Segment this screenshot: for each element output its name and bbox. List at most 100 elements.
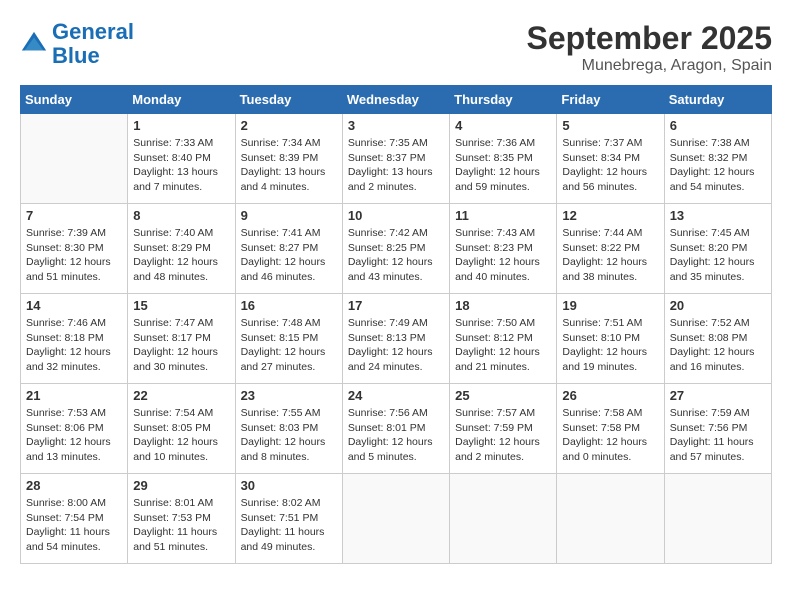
header-monday: Monday: [128, 86, 235, 114]
day-info: Sunrise: 7:34 AM Sunset: 8:39 PM Dayligh…: [241, 136, 337, 195]
table-row: 2 Sunrise: 7:34 AM Sunset: 8:39 PM Daylig…: [235, 114, 342, 204]
table-row: 23Sunrise: 7:55 AM Sunset: 8:03 PM Dayli…: [235, 384, 342, 474]
table-row: 5Sunrise: 7:37 AM Sunset: 8:34 PM Daylig…: [557, 114, 664, 204]
logo-text: General Blue: [52, 20, 134, 68]
day-info: Sunrise: 7:54 AM Sunset: 8:05 PM Dayligh…: [133, 406, 229, 465]
table-row: 21Sunrise: 7:53 AM Sunset: 8:06 PM Dayli…: [21, 384, 128, 474]
header-friday: Friday: [557, 86, 664, 114]
day-number: 6: [670, 118, 766, 133]
day-number: 10: [348, 208, 444, 223]
day-number: 26: [562, 388, 658, 403]
day-number: 3: [348, 118, 444, 133]
day-info: Sunrise: 7:41 AM Sunset: 8:27 PM Dayligh…: [241, 226, 337, 285]
day-number: 17: [348, 298, 444, 313]
table-row: [342, 474, 449, 564]
day-info: Sunrise: 7:45 AM Sunset: 8:20 PM Dayligh…: [670, 226, 766, 285]
table-row: 6 Sunrise: 7:38 AM Sunset: 8:32 PM Daylig…: [664, 114, 771, 204]
day-info: Sunrise: 7:56 AM Sunset: 8:01 PM Dayligh…: [348, 406, 444, 465]
day-number: 19: [562, 298, 658, 313]
table-row: 30Sunrise: 8:02 AM Sunset: 7:51 PM Dayli…: [235, 474, 342, 564]
day-number: 1: [133, 118, 229, 133]
day-number: 11: [455, 208, 551, 223]
day-number: 2: [241, 118, 337, 133]
day-info: Sunrise: 7:39 AM Sunset: 8:30 PM Dayligh…: [26, 226, 122, 285]
calendar-week-row: 28Sunrise: 8:00 AM Sunset: 7:54 PM Dayli…: [21, 474, 772, 564]
day-number: 4: [455, 118, 551, 133]
table-row: 4 Sunrise: 7:36 AM Sunset: 8:35 PM Daylig…: [450, 114, 557, 204]
header-sunday: Sunday: [21, 86, 128, 114]
day-info: Sunrise: 7:33 AM Sunset: 8:40 PM Dayligh…: [133, 136, 229, 195]
table-row: 11 Sunrise: 7:43 AM Sunset: 8:23 PM Dayli…: [450, 204, 557, 294]
table-row: [557, 474, 664, 564]
day-info: Sunrise: 7:46 AM Sunset: 8:18 PM Dayligh…: [26, 316, 122, 375]
day-info: Sunrise: 7:49 AM Sunset: 8:13 PM Dayligh…: [348, 316, 444, 375]
logo-icon: [20, 30, 48, 58]
table-row: 26 Sunrise: 7:58 AM Sunset: 7:58 PM Dayli…: [557, 384, 664, 474]
location: Munebrega, Aragon, Spain: [527, 57, 772, 75]
calendar-week-row: 1 Sunrise: 7:33 AM Sunset: 8:40 PM Daylig…: [21, 114, 772, 204]
table-row: 13 Sunrise: 7:45 AM Sunset: 8:20 PM Dayli…: [664, 204, 771, 294]
table-row: 14 Sunrise: 7:46 AM Sunset: 8:18 PM Dayli…: [21, 294, 128, 384]
day-info: Sunrise: 7:43 AM Sunset: 8:23 PM Dayligh…: [455, 226, 551, 285]
day-number: 20: [670, 298, 766, 313]
table-row: 16Sunrise: 7:48 AM Sunset: 8:15 PM Dayli…: [235, 294, 342, 384]
table-row: 24 Sunrise: 7:56 AM Sunset: 8:01 PM Dayli…: [342, 384, 449, 474]
month-title: September 2025: [527, 20, 772, 57]
table-row: 19 Sunrise: 7:51 AM Sunset: 8:10 PM Dayli…: [557, 294, 664, 384]
table-row: 10 Sunrise: 7:42 AM Sunset: 8:25 PM Dayli…: [342, 204, 449, 294]
table-row: 22Sunrise: 7:54 AM Sunset: 8:05 PM Dayli…: [128, 384, 235, 474]
day-number: 8: [133, 208, 229, 223]
table-row: 12 Sunrise: 7:44 AM Sunset: 8:22 PM Dayli…: [557, 204, 664, 294]
day-number: 27: [670, 388, 766, 403]
table-row: 9 Sunrise: 7:41 AM Sunset: 8:27 PM Daylig…: [235, 204, 342, 294]
day-number: 13: [670, 208, 766, 223]
day-info: Sunrise: 7:55 AM Sunset: 8:03 PM Dayligh…: [241, 406, 337, 465]
day-number: 24: [348, 388, 444, 403]
day-info: Sunrise: 7:38 AM Sunset: 8:32 PM Dayligh…: [670, 136, 766, 195]
day-number: 30: [241, 478, 337, 493]
table-row: 8Sunrise: 7:40 AM Sunset: 8:29 PM Daylig…: [128, 204, 235, 294]
table-row: 7 Sunrise: 7:39 AM Sunset: 8:30 PM Daylig…: [21, 204, 128, 294]
day-number: 14: [26, 298, 122, 313]
day-info: Sunrise: 7:47 AM Sunset: 8:17 PM Dayligh…: [133, 316, 229, 375]
day-number: 18: [455, 298, 551, 313]
day-info: Sunrise: 7:35 AM Sunset: 8:37 PM Dayligh…: [348, 136, 444, 195]
table-row: 3 Sunrise: 7:35 AM Sunset: 8:37 PM Daylig…: [342, 114, 449, 204]
day-info: Sunrise: 7:42 AM Sunset: 8:25 PM Dayligh…: [348, 226, 444, 285]
day-number: 12: [562, 208, 658, 223]
table-row: 17 Sunrise: 7:49 AM Sunset: 8:13 PM Dayli…: [342, 294, 449, 384]
day-number: 25: [455, 388, 551, 403]
table-row: 20Sunrise: 7:52 AM Sunset: 8:08 PM Dayli…: [664, 294, 771, 384]
table-row: [664, 474, 771, 564]
day-number: 9: [241, 208, 337, 223]
table-row: 27 Sunrise: 7:59 AM Sunset: 7:56 PM Dayli…: [664, 384, 771, 474]
day-info: Sunrise: 7:36 AM Sunset: 8:35 PM Dayligh…: [455, 136, 551, 195]
day-info: Sunrise: 7:58 AM Sunset: 7:58 PM Dayligh…: [562, 406, 658, 465]
day-info: Sunrise: 7:53 AM Sunset: 8:06 PM Dayligh…: [26, 406, 122, 465]
table-row: 18 Sunrise: 7:50 AM Sunset: 8:12 PM Dayli…: [450, 294, 557, 384]
calendar-header-row: Sunday Monday Tuesday Wednesday Thursday…: [21, 86, 772, 114]
header-thursday: Thursday: [450, 86, 557, 114]
title-block: September 2025 Munebrega, Aragon, Spain: [527, 20, 772, 75]
header-tuesday: Tuesday: [235, 86, 342, 114]
header-wednesday: Wednesday: [342, 86, 449, 114]
table-row: 1 Sunrise: 7:33 AM Sunset: 8:40 PM Daylig…: [128, 114, 235, 204]
day-info: Sunrise: 7:59 AM Sunset: 7:56 PM Dayligh…: [670, 406, 766, 465]
day-info: Sunrise: 7:44 AM Sunset: 8:22 PM Dayligh…: [562, 226, 658, 285]
day-info: Sunrise: 7:51 AM Sunset: 8:10 PM Dayligh…: [562, 316, 658, 375]
day-info: Sunrise: 8:00 AM Sunset: 7:54 PM Dayligh…: [26, 496, 122, 555]
table-row: [450, 474, 557, 564]
calendar-week-row: 21Sunrise: 7:53 AM Sunset: 8:06 PM Dayli…: [21, 384, 772, 474]
day-info: Sunrise: 8:01 AM Sunset: 7:53 PM Dayligh…: [133, 496, 229, 555]
day-number: 5: [562, 118, 658, 133]
day-number: 29: [133, 478, 229, 493]
calendar-week-row: 7 Sunrise: 7:39 AM Sunset: 8:30 PM Daylig…: [21, 204, 772, 294]
calendar-week-row: 14 Sunrise: 7:46 AM Sunset: 8:18 PM Dayli…: [21, 294, 772, 384]
day-info: Sunrise: 7:50 AM Sunset: 8:12 PM Dayligh…: [455, 316, 551, 375]
day-info: Sunrise: 7:57 AM Sunset: 7:59 PM Dayligh…: [455, 406, 551, 465]
table-row: 28Sunrise: 8:00 AM Sunset: 7:54 PM Dayli…: [21, 474, 128, 564]
table-row: 15Sunrise: 7:47 AM Sunset: 8:17 PM Dayli…: [128, 294, 235, 384]
header-saturday: Saturday: [664, 86, 771, 114]
day-number: 7: [26, 208, 122, 223]
table-row: 25 Sunrise: 7:57 AM Sunset: 7:59 PM Dayli…: [450, 384, 557, 474]
